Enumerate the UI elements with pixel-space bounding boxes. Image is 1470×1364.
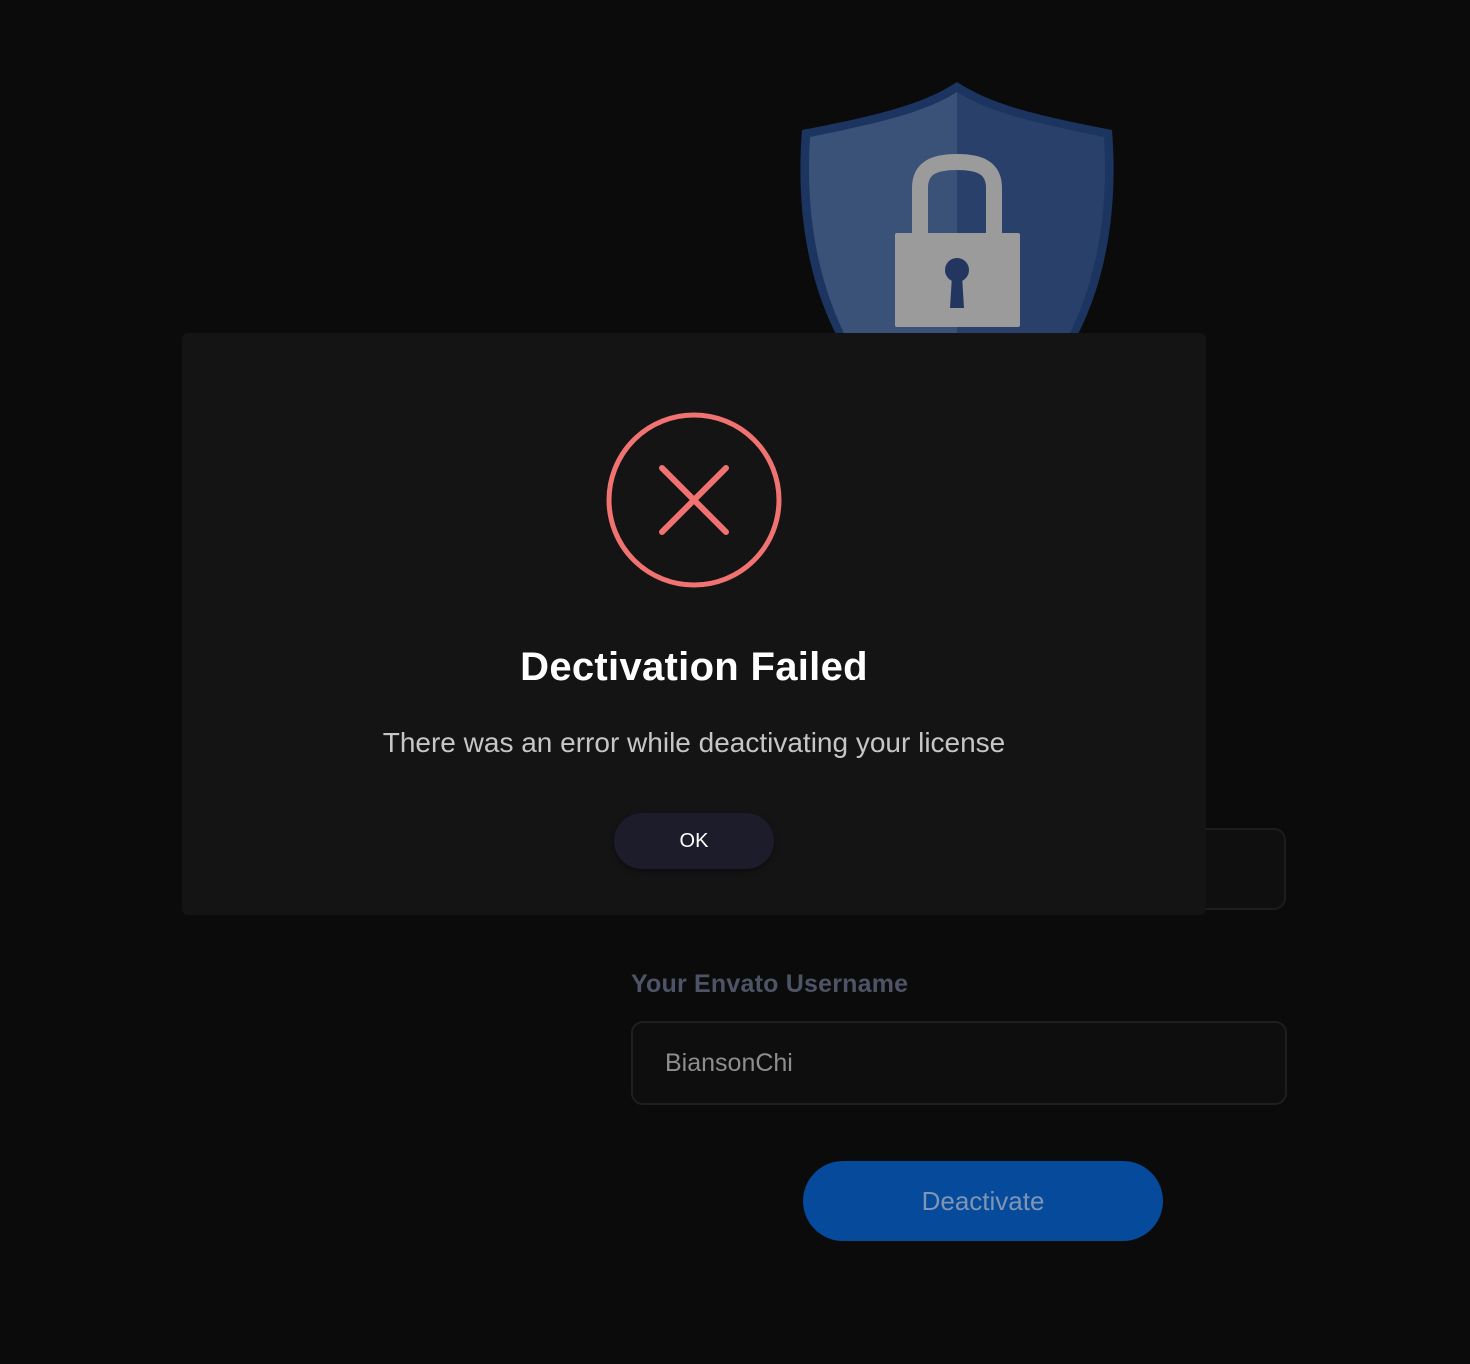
username-input[interactable] [631,1021,1287,1105]
error-x-icon [606,412,782,588]
license-deactivation-page: Your Envato Username Deactivate Dectivat… [0,0,1470,1364]
deactivate-button[interactable]: Deactivate [803,1161,1163,1241]
dialog-title: Dectivation Failed [520,645,868,689]
dialog-message: There was an error while deactivating yo… [382,727,1006,758]
ok-button[interactable]: OK [614,813,774,869]
error-dialog: Dectivation Failed There was an error wh… [182,333,1206,915]
username-label: Your Envato Username [631,970,909,998]
